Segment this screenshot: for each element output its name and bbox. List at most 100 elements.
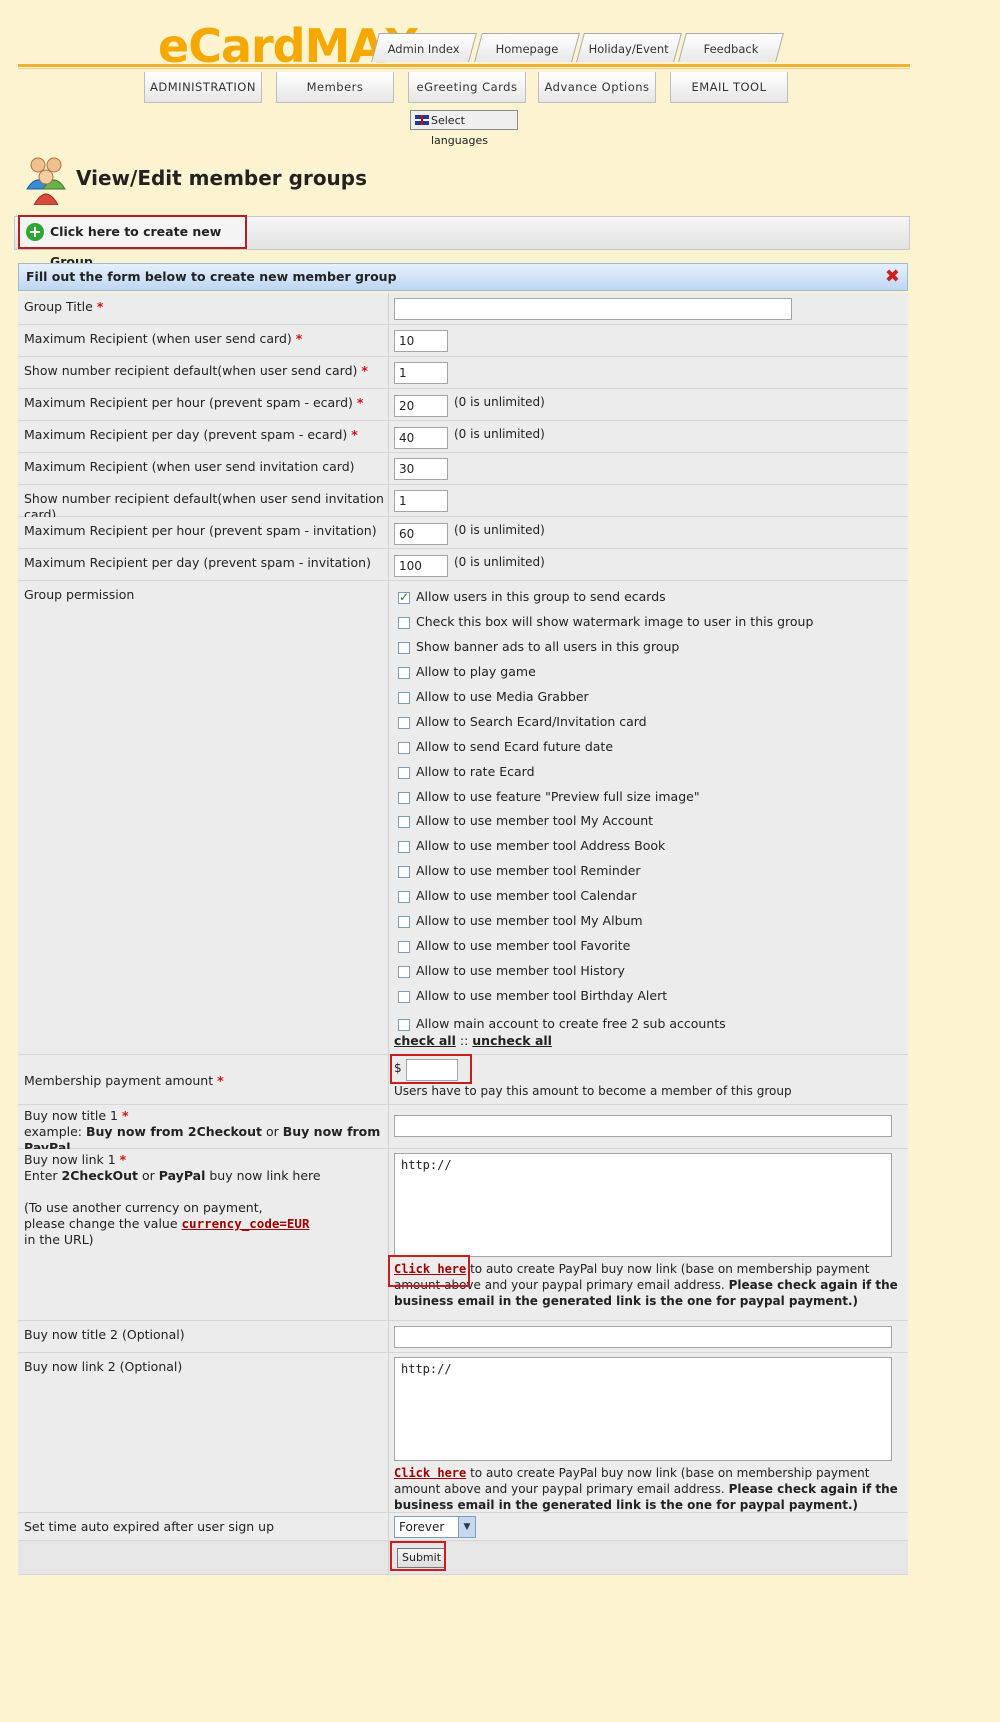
- field-label: Maximum Recipient (when user send card): [24, 331, 292, 346]
- autocreate-help-1: Click here to auto create PayPal buy now…: [394, 1262, 898, 1308]
- permission-label: Allow to use member tool Favorite: [416, 938, 631, 953]
- nav-egreeting-cards[interactable]: eGreeting Cards: [408, 72, 526, 103]
- row-buy-now-title-1: Buy now title 1 * example: Buy now from …: [18, 1105, 908, 1155]
- highlight-box: [390, 1541, 446, 1571]
- permission-checkbox[interactable]: [398, 916, 410, 928]
- tab-holiday-event[interactable]: Holiday/Event: [576, 33, 682, 62]
- field-label: Maximum Recipient (when user send invita…: [24, 459, 355, 474]
- row-group-permission: Group permission Allow users in this gro…: [18, 581, 908, 1055]
- unlimited-note: (0 is unlimited): [454, 395, 545, 409]
- permission-label: Allow to use member tool My Album: [416, 913, 643, 928]
- autocreate-paypal-link-2[interactable]: Click here: [394, 1466, 466, 1480]
- buy-now-link-1-textarea[interactable]: http://: [394, 1153, 892, 1257]
- highlight-box: [388, 1255, 470, 1287]
- permission-label: Allow to use member tool Address Book: [416, 838, 666, 853]
- close-icon[interactable]: ✖: [885, 267, 900, 287]
- default-recipient-input[interactable]: 1: [394, 362, 448, 384]
- field-label: Group Title: [24, 299, 93, 314]
- row-submit: Submit: [18, 1541, 908, 1575]
- row-membership-payment: Membership payment amount * $ Users have…: [18, 1054, 908, 1105]
- field-label: Buy now link 1: [24, 1152, 116, 1167]
- tab-admin-index[interactable]: Admin Index: [371, 33, 477, 62]
- row-buy-now-link-2: Buy now link 2 (Optional) http:// Click …: [18, 1353, 908, 1513]
- default-recipient-invitation-input[interactable]: 1: [394, 490, 448, 512]
- field-label: Maximum Recipient per hour (prevent spam…: [24, 523, 377, 538]
- permission-checkbox[interactable]: [398, 941, 410, 953]
- permission-checkbox[interactable]: [398, 642, 410, 654]
- check-all-links: check all :: uncheck all: [394, 1033, 552, 1048]
- row-max-recipient: Maximum Recipient (when user send card) …: [18, 325, 908, 357]
- permission-label: Allow to send Ecard future date: [416, 739, 614, 754]
- field-label: Buy now link 2 (Optional): [24, 1359, 183, 1374]
- permission-checkbox[interactable]: [398, 767, 410, 779]
- required-marker: *: [96, 299, 104, 314]
- permission-label: Allow to rate Ecard: [416, 764, 535, 779]
- max-recipient-invitation-input[interactable]: 30: [394, 458, 448, 480]
- permission-checkbox[interactable]: [398, 717, 410, 729]
- permission-checkbox[interactable]: [398, 991, 410, 1003]
- highlight-box: [390, 1054, 472, 1084]
- permission-label: Allow to use feature "Preview full size …: [416, 789, 700, 804]
- permission-label: Allow to use member tool Birthday Alert: [416, 988, 668, 1003]
- nav-advance-options[interactable]: Advance Options: [538, 72, 656, 103]
- permission-label: Allow to use member tool Calendar: [416, 888, 637, 903]
- nav-email-tool[interactable]: EMAIL TOOL: [670, 72, 788, 103]
- max-per-hour-invitation-input[interactable]: 60: [394, 523, 448, 545]
- permission-checkbox[interactable]: [398, 966, 410, 978]
- check-all-link[interactable]: check all: [394, 1033, 456, 1048]
- unlimited-note: (0 is unlimited): [454, 523, 545, 537]
- row-max-per-day-ecard: Maximum Recipient per day (prevent spam …: [18, 421, 908, 453]
- currency-code-link[interactable]: currency_code=EUR: [182, 1216, 310, 1231]
- header-accent-line-thin: [18, 68, 910, 69]
- max-per-day-invitation-input[interactable]: 100: [394, 555, 448, 577]
- permission-checkbox[interactable]: [398, 742, 410, 754]
- permission-checkbox[interactable]: [398, 841, 410, 853]
- field-label: Membership payment amount: [24, 1073, 214, 1088]
- row-buy-now-title-2: Buy now title 2 (Optional): [18, 1321, 908, 1353]
- field-label: Maximum Recipient per hour (prevent spam…: [24, 395, 353, 410]
- permission-label: Check this box will show watermark image…: [416, 614, 814, 629]
- row-default-recipient-invitation: Show number recipient default(when user …: [18, 485, 908, 522]
- permission-checkbox[interactable]: [398, 692, 410, 704]
- permission-checkbox[interactable]: [398, 866, 410, 878]
- permission-checkbox[interactable]: [398, 891, 410, 903]
- payment-help: Users have to pay this amount to become …: [394, 1084, 792, 1098]
- permission-checkbox[interactable]: [398, 617, 410, 629]
- buy-now-link-2-textarea[interactable]: http://: [394, 1357, 892, 1461]
- max-per-day-ecard-input[interactable]: 40: [394, 427, 448, 449]
- buy-now-title-2-input[interactable]: [394, 1326, 892, 1348]
- max-per-hour-ecard-input[interactable]: 20: [394, 395, 448, 417]
- uncheck-all-link[interactable]: uncheck all: [472, 1033, 552, 1048]
- group-title-input[interactable]: [394, 298, 792, 320]
- permission-checkbox[interactable]: [398, 667, 410, 679]
- row-max-per-hour-invitation: Maximum Recipient per hour (prevent spam…: [18, 517, 908, 549]
- permission-checkbox[interactable]: [398, 792, 410, 804]
- field-label: Group permission: [24, 587, 135, 602]
- nav-members[interactable]: Members: [276, 72, 394, 103]
- permission-label: Allow to Search Ecard/Invitation card: [416, 714, 647, 729]
- permission-label: Allow main account to create free 2 sub …: [416, 1016, 726, 1031]
- permission-checkbox[interactable]: [398, 1019, 410, 1031]
- permission-label: Allow to use Media Grabber: [416, 689, 589, 704]
- row-max-recipient-invitation: Maximum Recipient (when user send invita…: [18, 453, 908, 485]
- page-title: View/Edit member groups: [76, 166, 368, 190]
- max-recipient-input[interactable]: 10: [394, 330, 448, 352]
- row-max-per-day-invitation: Maximum Recipient per day (prevent spam …: [18, 549, 908, 581]
- create-new-group-button[interactable]: + Click here to create new Group: [18, 215, 247, 269]
- form-header: Fill out the form below to create new me…: [18, 263, 908, 291]
- member-groups-icon: [26, 157, 66, 205]
- nav-administration[interactable]: ADMINISTRATION: [144, 72, 262, 103]
- row-max-per-hour-ecard: Maximum Recipient per hour (prevent spam…: [18, 389, 908, 421]
- tab-homepage[interactable]: Homepage: [474, 33, 580, 62]
- select-languages-button[interactable]: Select languages: [410, 110, 518, 147]
- buy-now-title-1-input[interactable]: [394, 1115, 892, 1137]
- permission-label: Show banner ads to all users in this gro…: [416, 639, 680, 654]
- permission-checkbox[interactable]: [398, 590, 410, 604]
- field-label: Maximum Recipient per day (prevent spam …: [24, 427, 348, 442]
- autocreate-help-2: Click here to auto create PayPal buy now…: [394, 1466, 898, 1512]
- expire-select[interactable]: Forever ▼: [394, 1516, 476, 1538]
- permission-checkbox[interactable]: [398, 816, 410, 828]
- unlimited-note: (0 is unlimited): [454, 427, 545, 441]
- field-label: Buy now title 1: [24, 1108, 119, 1123]
- tab-feedback[interactable]: Feedback: [678, 33, 784, 62]
